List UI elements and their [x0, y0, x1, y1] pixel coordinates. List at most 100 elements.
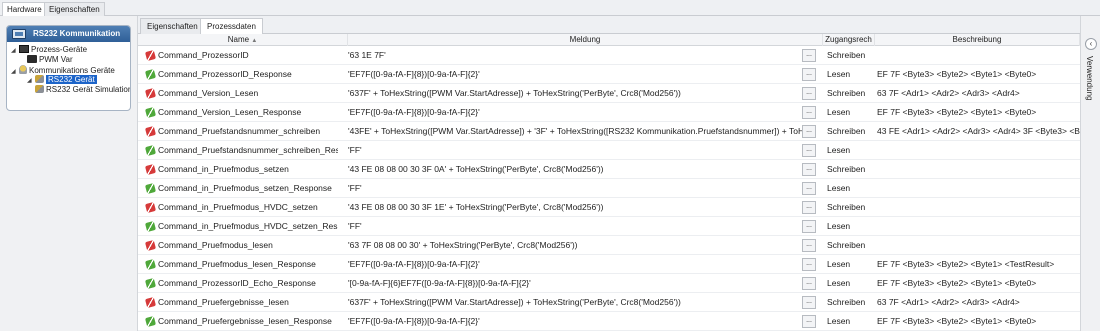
tree-item-rs232-geraet[interactable]: ◢ RS232 Gerät [27, 75, 97, 85]
table-row[interactable]: Command_ProzessorID_Echo_Response '[0-9a-… [138, 274, 1080, 293]
table-row[interactable]: Command_Version_Lesen '637F' + ToHexStrin… [138, 84, 1080, 103]
column-header-beschreibung[interactable]: Beschreibung [875, 34, 1080, 46]
edit-message-button[interactable]: ... [802, 68, 816, 81]
row-message-cell[interactable]: 'EF7F([0-9a-fA-F]{8})[0-9a-fA-F]{2}' [348, 312, 803, 331]
row-message-cell[interactable]: '43 FE 08 08 00 30 3F 1E' + ToHexString(… [348, 198, 803, 217]
row-message-cell[interactable]: 'FF' [348, 179, 803, 198]
table-row[interactable]: Command_in_Pruefmodus_HVDC_setzen_Respon… [138, 217, 1080, 236]
edit-message-button[interactable]: ... [802, 315, 816, 328]
expand-arrow-icon[interactable]: ◢ [27, 76, 35, 86]
edit-message-button[interactable]: ... [802, 220, 816, 233]
send-command-icon [144, 239, 157, 252]
hardware-tree: RS232 Kommunikation ◢ Prozess-Geräte PWM … [6, 25, 131, 111]
send-command-icon [144, 163, 157, 176]
table-row[interactable]: Command_ProzessorID '63 1E 7F'... Schreibe… [138, 46, 1080, 65]
table-row[interactable]: Command_ProzessorID_Response 'EF7F([0-9a-… [138, 65, 1080, 84]
row-description-cell: 63 7F <Adr1> <Adr2> <Adr3> <Adr4> [877, 297, 1020, 307]
tree-item-pwm-var[interactable]: PWM Var [27, 55, 73, 65]
row-message-cell[interactable]: 'EF7F([0-9a-fA-F]{8})[0-9a-fA-F]{2}' [348, 255, 803, 274]
column-header-meldung[interactable]: Meldung [348, 34, 823, 46]
row-message-cell[interactable]: '637F' + ToHexString([PWM Var.StartAdres… [348, 84, 803, 103]
table-row[interactable]: Command_Pruefstandsnummer_schreiben_Resp… [138, 141, 1080, 160]
row-message-cell[interactable]: '43 FE 08 08 00 30 3F 0A' + ToHexString(… [348, 160, 803, 179]
table-row[interactable]: Command_Pruefergebnisse_lesen_Response 'E… [138, 312, 1080, 331]
row-name-cell: Command_in_Pruefmodus_setzen [158, 164, 289, 174]
edit-message-button[interactable]: ... [802, 106, 816, 119]
edit-message-button[interactable]: ... [802, 239, 816, 252]
edit-message-button[interactable]: ... [802, 125, 816, 138]
table-header: Name ▲ Meldung Zugangsrech Beschreibung [138, 34, 1080, 46]
table-row[interactable]: Command_Pruefmodus_lesen_Response 'EF7F([… [138, 255, 1080, 274]
row-description-cell: EF 7F <Byte3> <Byte2> <Byte1> <TestResul… [877, 259, 1055, 269]
table-row[interactable]: Command_Pruefergebnisse_lesen '637F' + To… [138, 293, 1080, 312]
sub-tab-bar: Eigenschaften Prozessdaten [138, 16, 1080, 35]
edit-message-button[interactable]: ... [802, 144, 816, 157]
row-name-cell: Command_Pruefmodus_lesen [158, 240, 273, 250]
send-command-icon [144, 125, 157, 138]
row-access-cell: Schreiben [827, 164, 866, 174]
row-access-cell: Lesen [827, 278, 851, 288]
collapse-panel-icon[interactable]: ‹ [1085, 38, 1097, 50]
tab-eigenschaften[interactable]: Eigenschaften [44, 2, 105, 16]
receive-response-icon [144, 144, 157, 157]
receive-response-icon [144, 68, 157, 81]
tree-item-kommunikations-geraete[interactable]: ◢ Kommunikations Geräte [11, 65, 115, 75]
table-row[interactable]: Command_Pruefstandsnummer_schreiben '43FE… [138, 122, 1080, 141]
table-row[interactable]: Command_Pruefmodus_lesen '63 7F 08 08 00 … [138, 236, 1080, 255]
table-row[interactable]: Command_in_Pruefmodus_HVDC_setzen '43 FE … [138, 198, 1080, 217]
expand-arrow-icon[interactable]: ◢ [11, 67, 19, 77]
row-message-cell[interactable]: '63 1E 7F' [348, 46, 803, 65]
verwendung-label[interactable]: Verwendung [1085, 56, 1094, 100]
expand-arrow-icon[interactable]: ◢ [11, 46, 19, 56]
receive-response-icon [144, 220, 157, 233]
tree-item-rs232-geraet-simulation[interactable]: RS232 Gerät Simulation [35, 85, 130, 95]
row-description-cell: EF 7F <Byte3> <Byte2> <Byte1> <Byte0> [877, 107, 1037, 117]
edit-message-button[interactable]: ... [802, 258, 816, 271]
row-message-cell[interactable]: '63 7F 08 08 00 30' + ToHexString('PerBy… [348, 236, 803, 255]
edit-message-button[interactable]: ... [802, 163, 816, 176]
row-description-cell: EF 7F <Byte3> <Byte2> <Byte1> <Byte0> [877, 69, 1037, 79]
tree-header-label: RS232 Kommunikation [33, 29, 121, 38]
table-row[interactable]: Command_in_Pruefmodus_setzen '43 FE 08 08… [138, 160, 1080, 179]
row-name-cell: Command_ProzessorID [158, 50, 249, 60]
edit-message-button[interactable]: ... [802, 49, 816, 62]
tab-prozessdaten[interactable]: Prozessdaten [200, 18, 263, 35]
row-access-cell: Lesen [827, 107, 851, 117]
row-message-cell[interactable]: '637F' + ToHexString([PWM Var.StartAdres… [348, 293, 803, 312]
row-description-cell: EF 7F <Byte3> <Byte2> <Byte1> <Byte0> [877, 316, 1037, 326]
edit-message-button[interactable]: ... [802, 296, 816, 309]
edit-message-button[interactable]: ... [802, 182, 816, 195]
tab-eigenschaften-sub[interactable]: Eigenschaften [140, 18, 205, 34]
verwendung-side-panel[interactable]: ‹ Verwendung [1080, 16, 1100, 331]
row-description-cell: EF 7F <Byte3> <Byte2> <Byte1> <Byte0> [877, 278, 1037, 288]
row-message-cell[interactable]: 'EF7F([0-9a-fA-F]{8})[0-9a-fA-F]{2}' [348, 103, 803, 122]
send-command-icon [144, 296, 157, 309]
receive-response-icon [144, 182, 157, 195]
row-message-cell[interactable]: '[0-9a-fA-F]{6}EF7F([0-9a-fA-F]{8})[0-9a… [348, 274, 803, 293]
table-row[interactable]: Command_Version_Lesen_Response 'EF7F([0-9… [138, 103, 1080, 122]
row-access-cell: Schreiben [827, 88, 866, 98]
row-message-cell[interactable]: 'FF' [348, 217, 803, 236]
row-name-cell: Command_in_Pruefmodus_HVDC_setzen_Respon… [158, 221, 338, 231]
edit-message-button[interactable]: ... [802, 277, 816, 290]
row-name-cell: Command_ProzessorID_Echo_Response [158, 278, 316, 288]
row-message-cell[interactable]: 'FF' [348, 141, 803, 160]
plug-icon [35, 75, 44, 83]
column-header-zugangsrecht[interactable]: Zugangsrech [823, 34, 875, 46]
edit-message-button[interactable]: ... [802, 87, 816, 100]
row-name-cell: Command_ProzessorID_Response [158, 69, 292, 79]
row-message-cell[interactable]: '43FE' + ToHexString([PWM Var.StartAdres… [348, 122, 803, 141]
column-header-name[interactable]: Name ▲ [138, 34, 348, 46]
edit-message-button[interactable]: ... [802, 201, 816, 214]
tab-hardware[interactable]: Hardware [2, 2, 47, 17]
send-command-icon [144, 87, 157, 100]
top-tab-bar: Hardware Eigenschaften [0, 0, 1100, 17]
row-access-cell: Schreiben [827, 202, 866, 212]
serial-port-icon [12, 29, 26, 39]
row-access-cell: Schreiben [827, 126, 866, 136]
tree-header[interactable]: RS232 Kommunikation [7, 26, 130, 42]
row-access-cell: Lesen [827, 69, 851, 79]
tree-item-prozess-geraete[interactable]: ◢ Prozess-Geräte [11, 45, 87, 55]
row-message-cell[interactable]: 'EF7F([0-9a-fA-F]{8})[0-9a-fA-F]{2}' [348, 65, 803, 84]
table-row[interactable]: Command_in_Pruefmodus_setzen_Response 'FF… [138, 179, 1080, 198]
